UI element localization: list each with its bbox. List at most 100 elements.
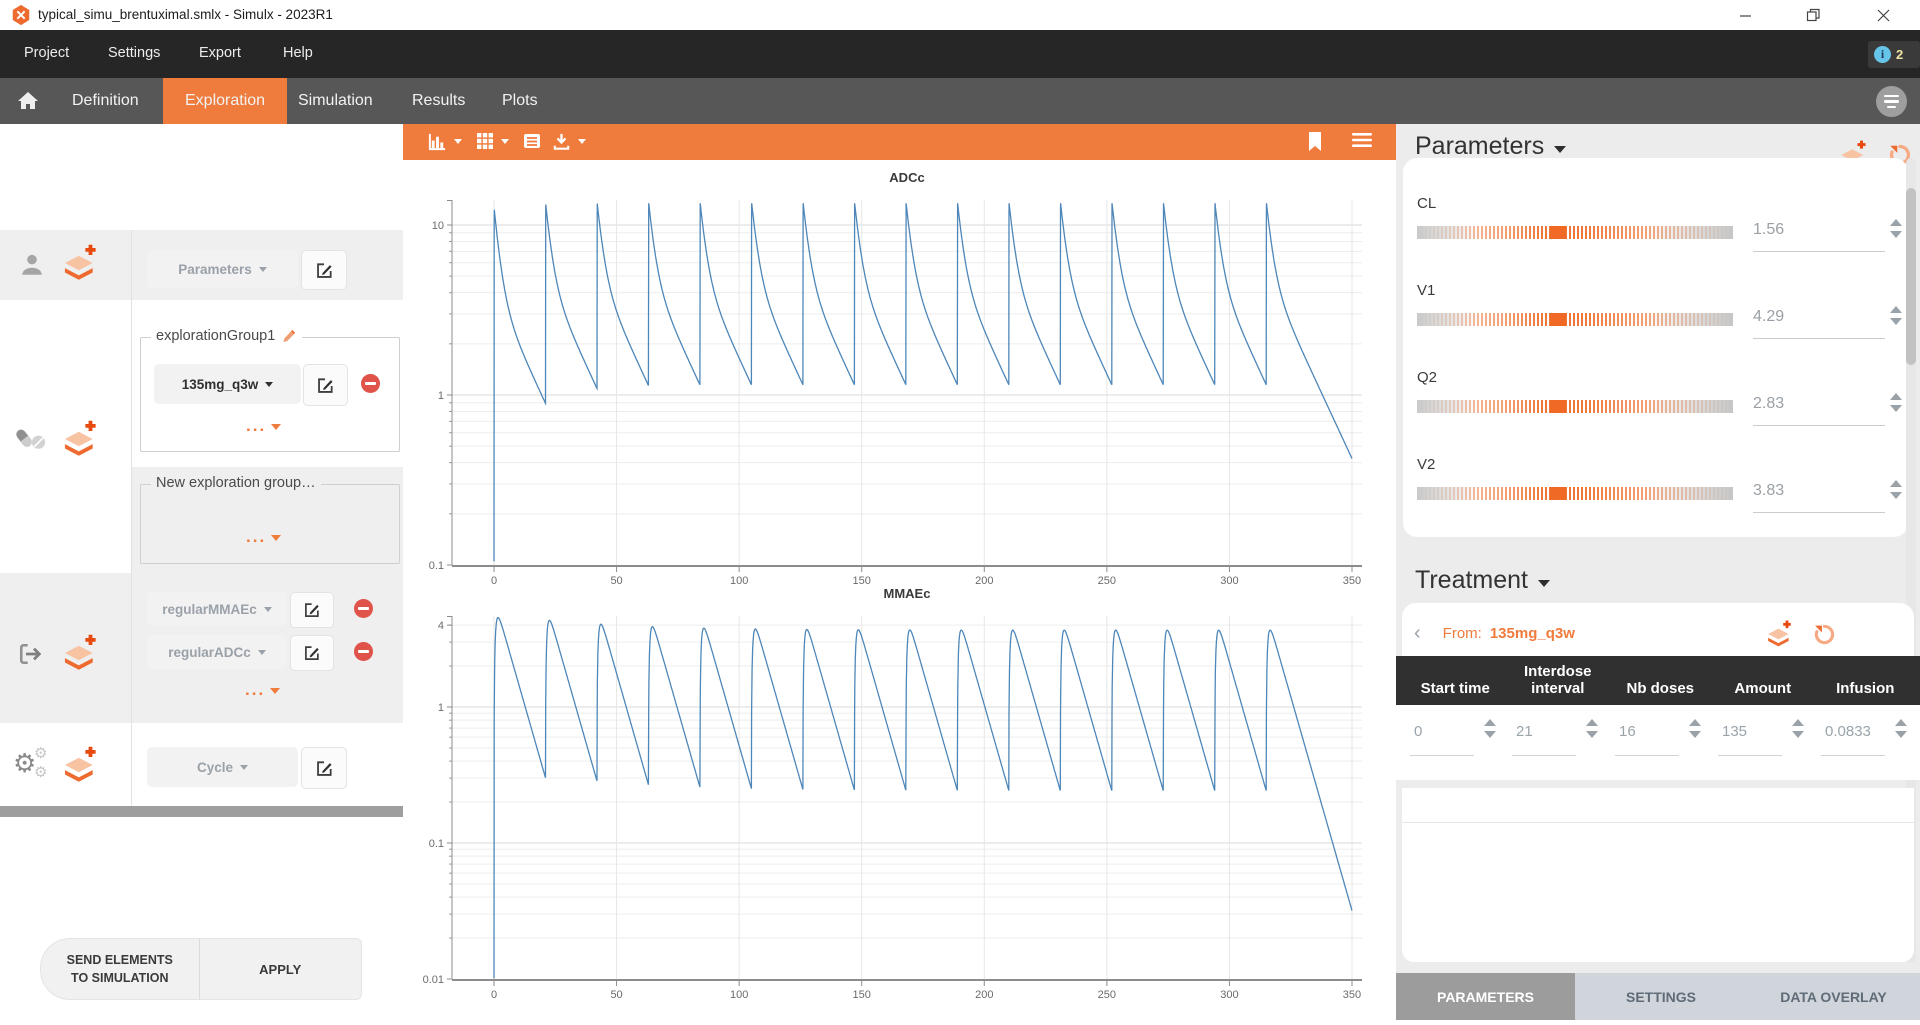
parameters-element-button[interactable]: Parameters [147, 250, 298, 288]
step-up-icon[interactable] [1586, 719, 1598, 726]
add-task-element-icon[interactable] [62, 746, 100, 784]
prev-treatment-chevron-icon[interactable]: ‹ [1414, 623, 1421, 643]
plot-menu-icon[interactable] [1351, 131, 1373, 149]
tab-exploration[interactable]: Exploration [163, 78, 287, 124]
slider-handle[interactable] [1550, 487, 1566, 500]
edit-output1-button[interactable] [290, 592, 334, 628]
chart-type-button[interactable] [427, 131, 462, 152]
add-treatment-row-icon[interactable] [1766, 620, 1794, 648]
interdose-interval-input[interactable]: 21 [1516, 723, 1533, 740]
edit-cycle-button[interactable] [301, 747, 347, 789]
output-regularADCc-button[interactable]: regularADCc [147, 635, 287, 669]
param-slider-V1[interactable] [1417, 313, 1733, 326]
info-badge[interactable]: i 2 [1868, 41, 1920, 68]
param-value-Q2[interactable]: 2.83 [1753, 395, 1784, 413]
tab-settings[interactable]: SETTINGS [1575, 973, 1747, 1020]
step-down-icon[interactable] [1792, 731, 1804, 738]
step-up-icon[interactable] [1890, 306, 1902, 313]
table-view-button[interactable] [522, 131, 542, 151]
treatment-from-value[interactable]: 135mg_q3w [1490, 625, 1575, 642]
close-button[interactable] [1868, 4, 1898, 26]
menu-settings[interactable]: Settings [108, 45, 160, 61]
tab-plots[interactable]: Plots [502, 78, 538, 124]
rename-group-icon[interactable] [281, 328, 297, 344]
tab-results[interactable]: Results [412, 78, 465, 124]
horizontal-scrollbar[interactable] [0, 806, 403, 817]
add-treatment-element-icon[interactable] [62, 420, 100, 458]
bookmark-icon[interactable] [1306, 131, 1324, 153]
edit-output2-button[interactable] [290, 635, 334, 671]
step-up-icon[interactable] [1895, 719, 1907, 726]
param-name: V1 [1417, 282, 1435, 299]
treatment-section-header[interactable]: Treatment [1415, 566, 1550, 595]
param-stepper-V1[interactable] [1890, 306, 1902, 325]
start-time-input[interactable]: 0 [1414, 723, 1422, 740]
step-up-icon[interactable] [1890, 480, 1902, 487]
step-down-icon[interactable] [1689, 731, 1701, 738]
comments-icon[interactable] [1876, 86, 1907, 117]
amount-input[interactable]: 135 [1722, 723, 1747, 740]
home-icon[interactable] [16, 89, 40, 113]
step-up-icon[interactable] [1890, 393, 1902, 400]
remove-treatment-button[interactable] [361, 374, 380, 393]
apply-button[interactable]: APPLY [199, 938, 362, 1000]
step-down-icon[interactable] [1890, 492, 1902, 499]
param-value-V2[interactable]: 3.83 [1753, 482, 1784, 500]
slider-handle[interactable] [1550, 226, 1566, 239]
output-regularMMAEc-button[interactable]: regularMMAEc [147, 592, 287, 626]
start-time-stepper[interactable] [1484, 719, 1496, 738]
layout-grid-button[interactable] [475, 131, 509, 151]
step-down-icon[interactable] [1890, 405, 1902, 412]
menu-help[interactable]: Help [283, 45, 313, 61]
param-stepper-V2[interactable] [1890, 480, 1902, 499]
slider-handle[interactable] [1550, 400, 1566, 413]
param-slider-V2[interactable] [1417, 487, 1733, 500]
send-elements-button[interactable]: SEND ELEMENTS TO SIMULATION [40, 938, 199, 1000]
step-down-icon[interactable] [1890, 231, 1902, 238]
add-individual-element-icon[interactable] [62, 244, 100, 282]
param-stepper-Q2[interactable] [1890, 393, 1902, 412]
step-down-icon[interactable] [1586, 731, 1598, 738]
remove-output2-button[interactable] [354, 642, 373, 661]
param-slider-CL[interactable] [1417, 226, 1733, 239]
step-up-icon[interactable] [1792, 719, 1804, 726]
add-output-element-icon[interactable] [62, 634, 100, 672]
export-plot-button[interactable] [551, 131, 586, 152]
step-down-icon[interactable] [1895, 731, 1907, 738]
amount-stepper[interactable] [1792, 719, 1804, 738]
new-group-more-dropdown[interactable]: ... [246, 527, 281, 547]
cycle-element-button[interactable]: Cycle [147, 747, 298, 787]
menu-export[interactable]: Export [199, 45, 241, 61]
edit-parameters-button[interactable] [301, 250, 347, 290]
slider-handle[interactable] [1550, 313, 1566, 326]
step-down-icon[interactable] [1484, 731, 1496, 738]
edit-treatment-button[interactable] [303, 364, 348, 406]
param-stepper-CL[interactable] [1890, 219, 1902, 238]
tab-definition[interactable]: Definition [72, 78, 139, 124]
nb-doses-stepper[interactable] [1689, 719, 1701, 738]
treatment-135mg-q3w-button[interactable]: 135mg_q3w [154, 364, 301, 404]
group1-more-dropdown[interactable]: ... [246, 416, 281, 436]
infusion-input[interactable]: 0.0833 [1825, 723, 1871, 740]
step-up-icon[interactable] [1689, 719, 1701, 726]
step-up-icon[interactable] [1484, 719, 1496, 726]
parameters-section-header[interactable]: Parameters [1415, 132, 1566, 161]
interdose-stepper[interactable] [1586, 719, 1598, 738]
step-down-icon[interactable] [1890, 318, 1902, 325]
menu-project[interactable]: Project [24, 45, 69, 61]
param-value-CL[interactable]: 1.56 [1753, 221, 1784, 239]
tab-simulation[interactable]: Simulation [298, 78, 373, 124]
minimize-button[interactable] [1730, 4, 1760, 26]
step-up-icon[interactable] [1890, 219, 1902, 226]
outputs-more-dropdown[interactable]: ... [245, 680, 280, 700]
remove-output1-button[interactable] [354, 599, 373, 618]
nb-doses-input[interactable]: 16 [1619, 723, 1636, 740]
tab-parameters[interactable]: PARAMETERS [1396, 973, 1575, 1020]
param-slider-Q2[interactable] [1417, 400, 1733, 413]
tab-data-overlay[interactable]: DATA OVERLAY [1747, 973, 1920, 1020]
reset-treatment-icon[interactable] [1812, 622, 1837, 647]
vertical-scrollbar-thumb[interactable] [1906, 188, 1916, 365]
restore-button[interactable] [1798, 4, 1828, 26]
param-value-V1[interactable]: 4.29 [1753, 308, 1784, 326]
infusion-stepper[interactable] [1895, 719, 1907, 738]
